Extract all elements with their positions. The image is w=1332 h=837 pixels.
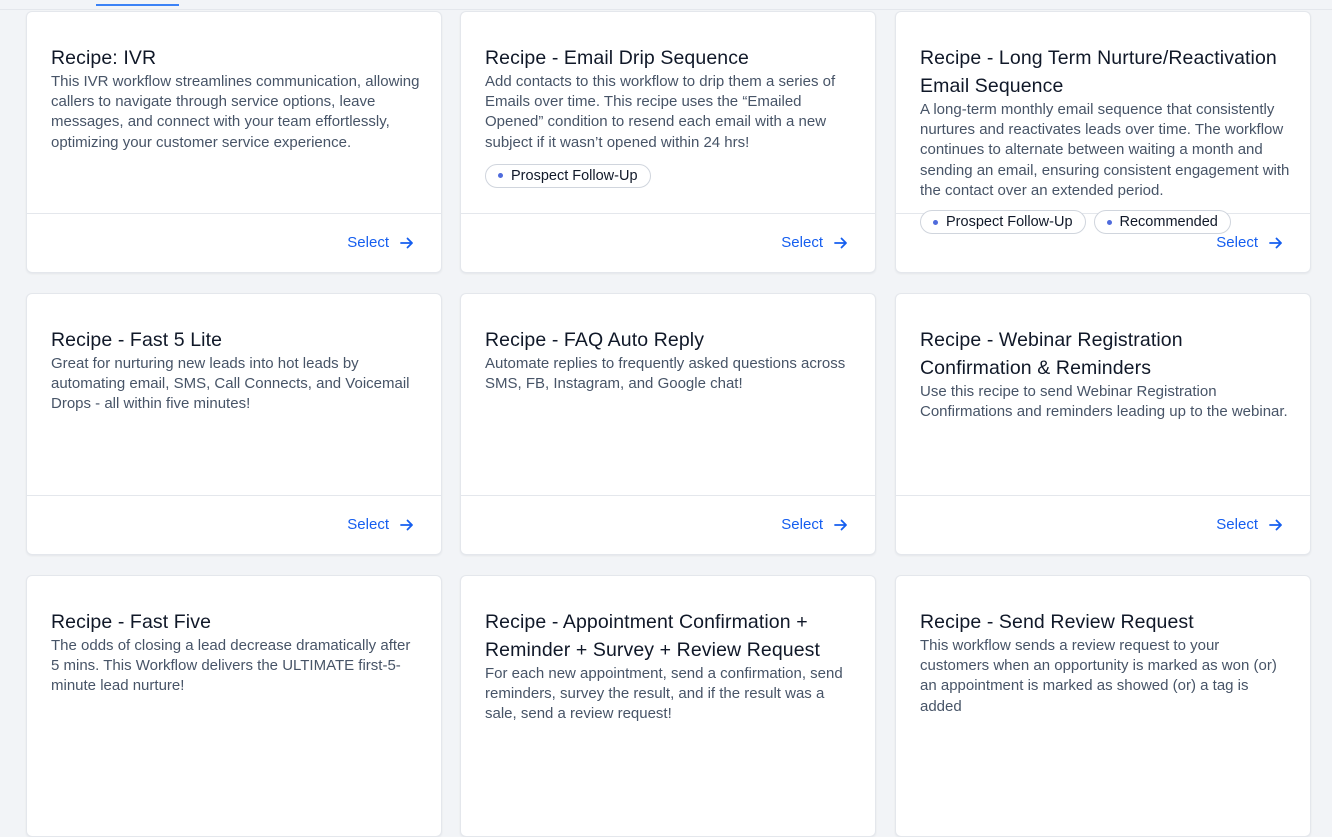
recipe-card-fast-five[interactable]: Recipe - Fast Five The odds of closing a… <box>26 575 442 837</box>
recipe-card-long-term-nurture[interactable]: Recipe - Long Term Nurture/Reactivation … <box>895 11 1311 273</box>
recipe-card-appointment-confirmation[interactable]: Recipe - Appointment Confirmation + Remi… <box>460 575 876 837</box>
tag-label: Recommended <box>1119 214 1218 230</box>
card-title: Recipe: IVR <box>51 47 157 69</box>
recipe-card-send-review-request[interactable]: Recipe - Send Review Request This workfl… <box>895 575 1311 837</box>
select-button[interactable]: Select <box>347 516 415 533</box>
tag-label: Prospect Follow-Up <box>946 214 1073 230</box>
tag-list: Prospect Follow-Up Recommended <box>920 210 1231 234</box>
card-description: Add contacts to this workflow to drip th… <box>485 73 836 151</box>
card-title: Recipe - Send Review Request <box>920 611 1194 633</box>
card-footer: Select <box>27 495 441 554</box>
card-description: Automate replies to frequently asked que… <box>485 355 846 393</box>
card-description: Great for nurturing new leads into hot l… <box>51 355 410 413</box>
select-label: Select <box>781 234 823 251</box>
select-button[interactable]: Select <box>347 234 415 251</box>
tag-list: Prospect Follow-Up <box>485 163 855 188</box>
tag-dot-icon <box>1106 219 1112 225</box>
select-label: Select <box>1216 516 1258 533</box>
tag-label: Prospect Follow-Up <box>511 167 638 184</box>
tag-dot-icon <box>498 173 503 179</box>
card-footer: Select <box>461 213 875 272</box>
card-title: Recipe - Email Drip Sequence <box>485 47 750 69</box>
arrow-right-icon <box>1269 519 1282 530</box>
recipe-card-fast-5-lite[interactable]: Recipe - Fast 5 Lite Great for nurturing… <box>26 293 442 555</box>
arrow-right-icon <box>1269 237 1282 248</box>
recipe-card-ivr[interactable]: Recipe: IVR This IVR workflow streamline… <box>26 11 442 273</box>
card-description: The odds of closing a lead decrease dram… <box>51 637 411 695</box>
active-tab-indicator <box>96 4 179 6</box>
arrow-right-icon <box>400 519 413 530</box>
card-description: This workflow sends a review request to … <box>920 637 1277 715</box>
select-label: Select <box>781 516 823 533</box>
select-label: Select <box>1216 234 1258 251</box>
tag-recommended: Recommended <box>1093 210 1231 234</box>
card-title: Recipe - Fast 5 Lite <box>51 329 223 351</box>
arrow-right-icon <box>834 237 847 248</box>
card-title: Recipe - Appointment Confirmation + Remi… <box>485 611 821 661</box>
arrow-right-icon <box>400 237 413 248</box>
select-label: Select <box>347 234 389 251</box>
select-label: Select <box>347 516 389 533</box>
card-title: Recipe - Long Term Nurture/Reactivation … <box>920 47 1277 97</box>
recipe-card-faq-auto-reply[interactable]: Recipe - FAQ Auto Reply Automate replies… <box>460 293 876 555</box>
card-description: Use this recipe to send Webinar Registra… <box>920 383 1288 421</box>
select-button[interactable]: Select <box>781 234 849 251</box>
select-button[interactable]: Select <box>1216 234 1284 251</box>
card-description: For each new appointment, send a confirm… <box>485 665 843 723</box>
top-tab-bar <box>0 0 1332 10</box>
card-title: Recipe - Fast Five <box>51 611 212 633</box>
card-title: Recipe - FAQ Auto Reply <box>485 329 705 351</box>
card-description: This IVR workflow streamlines communicat… <box>51 73 420 151</box>
recipe-card-webinar-registration[interactable]: Recipe - Webinar Registration Confirmati… <box>895 293 1311 555</box>
recipe-card-email-drip[interactable]: Recipe - Email Drip Sequence Add contact… <box>460 11 876 273</box>
tag-prospect-follow-up: Prospect Follow-Up <box>920 210 1086 234</box>
select-button[interactable]: Select <box>1216 516 1284 533</box>
card-title: Recipe - Webinar Registration Confirmati… <box>920 329 1183 379</box>
card-description: A long-term monthly email sequence that … <box>920 101 1290 199</box>
arrow-right-icon <box>834 519 847 530</box>
select-button[interactable]: Select <box>781 516 849 533</box>
card-footer: Select <box>27 213 441 272</box>
tag-dot-icon <box>933 219 938 225</box>
tag-prospect-follow-up: Prospect Follow-Up <box>485 163 651 188</box>
card-footer: Select <box>896 495 1310 554</box>
card-footer: Select <box>461 495 875 554</box>
